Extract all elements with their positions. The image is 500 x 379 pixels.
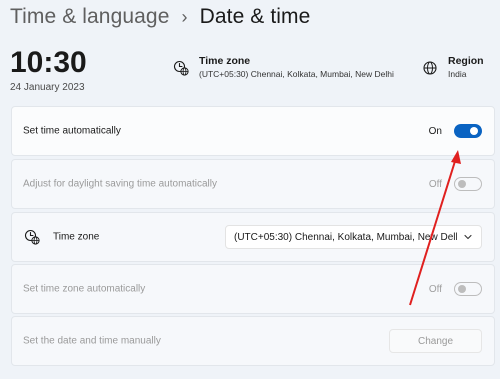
clock-globe-icon bbox=[173, 60, 189, 76]
breadcrumb-separator: › bbox=[181, 6, 188, 27]
breadcrumb: Time & language › Date & time bbox=[10, 2, 310, 32]
globe-icon bbox=[423, 61, 437, 75]
timezone-dropdown-value: (UTC+05:30) Chennai, Kolkata, Mumbai, Ne… bbox=[234, 231, 457, 243]
region-summary: Region India bbox=[422, 54, 484, 80]
timezone-dropdown[interactable]: (UTC+05:30) Chennai, Kolkata, Mumbai, Ne… bbox=[225, 225, 482, 249]
timezone-label: Time zone bbox=[53, 231, 100, 243]
current-date: 24 January 2023 bbox=[10, 82, 85, 93]
region-summary-title: Region bbox=[448, 55, 484, 67]
timezone-summary-title: Time zone bbox=[199, 55, 251, 67]
toggle-knob bbox=[458, 285, 466, 293]
toggle-knob bbox=[470, 127, 478, 135]
set-timezone-automatically-label: Set time zone automatically bbox=[23, 283, 146, 295]
daylight-saving-toggle[interactable] bbox=[454, 177, 482, 191]
chevron-down-icon bbox=[464, 234, 472, 240]
set-timezone-automatically-toggle[interactable] bbox=[454, 282, 482, 296]
set-timezone-automatically-state: Off bbox=[428, 283, 442, 295]
change-button[interactable]: Change bbox=[389, 329, 482, 353]
manual-time-label: Set the date and time manually bbox=[23, 335, 161, 347]
current-time: 10:30 bbox=[10, 46, 87, 79]
set-timezone-automatically-card: Set time zone automatically Off bbox=[11, 264, 495, 314]
set-time-automatically-card: Set time automatically On bbox=[11, 106, 495, 156]
timezone-summary-value: (UTC+05:30) Chennai, Kolkata, Mumbai, Ne… bbox=[199, 69, 394, 79]
timezone-summary: Time zone (UTC+05:30) Chennai, Kolkata, … bbox=[173, 54, 394, 80]
toggle-knob bbox=[458, 180, 466, 188]
daylight-saving-state: Off bbox=[428, 178, 442, 190]
set-time-automatically-label: Set time automatically bbox=[23, 125, 121, 137]
page-title: Date & time bbox=[199, 5, 311, 28]
set-time-automatically-toggle[interactable] bbox=[454, 124, 482, 138]
clock-summary: 10:30 24 January 2023 bbox=[10, 46, 87, 93]
manual-time-card: Set the date and time manually Change bbox=[11, 316, 495, 366]
clock-globe-icon bbox=[24, 229, 40, 245]
breadcrumb-parent[interactable]: Time & language bbox=[10, 5, 169, 29]
region-summary-value: India bbox=[448, 69, 467, 79]
set-time-automatically-state: On bbox=[428, 125, 442, 137]
daylight-saving-card: Adjust for daylight saving time automati… bbox=[11, 159, 495, 209]
daylight-saving-label: Adjust for daylight saving time automati… bbox=[23, 178, 217, 190]
timezone-card: Time zone (UTC+05:30) Chennai, Kolkata, … bbox=[11, 212, 495, 262]
